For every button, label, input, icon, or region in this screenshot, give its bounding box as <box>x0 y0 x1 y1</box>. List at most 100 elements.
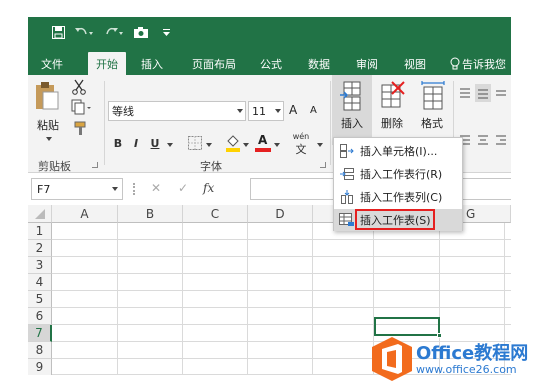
delete-cells-button[interactable]: 删除 <box>372 75 412 145</box>
row-header-5[interactable]: 5 <box>28 291 52 308</box>
row-header-8[interactable]: 8 <box>28 342 52 359</box>
gridline <box>117 223 118 375</box>
paste-dropdown-icon[interactable] <box>46 137 52 141</box>
menu-insert-sheet-rows-label: 插入工作表行(R) <box>360 168 443 181</box>
grow-font-button[interactable]: A <box>289 103 297 117</box>
row-header-3[interactable]: 3 <box>28 257 52 274</box>
row-header-2[interactable]: 2 <box>28 240 52 257</box>
font-size-dropdown-icon[interactable] <box>275 109 281 113</box>
insert-cells-button[interactable]: 插入 <box>332 75 372 145</box>
insert-cells-icon <box>340 81 364 114</box>
save-icon[interactable] <box>50 24 66 41</box>
row-header-9[interactable]: 9 <box>28 359 52 375</box>
font-color-button[interactable]: A <box>255 133 271 153</box>
name-box[interactable]: F7 <box>31 178 123 200</box>
phonetic-char: 文 <box>295 143 307 156</box>
bold-button[interactable]: B <box>111 135 125 151</box>
row-header-1[interactable]: 1 <box>28 223 52 240</box>
phonetic-dropdown-icon[interactable] <box>317 143 323 147</box>
menu-insert-sheet-columns[interactable]: 插入工作表列(C) <box>334 186 462 208</box>
phonetic-pinyin: wén <box>292 132 310 141</box>
gridline <box>312 223 313 375</box>
tab-view[interactable]: 视图 <box>398 52 432 75</box>
column-header-c[interactable]: C <box>183 205 248 223</box>
font-color-swatch <box>255 148 271 152</box>
font-color-letter: A <box>258 133 268 147</box>
gridline <box>52 290 511 291</box>
formula-bar-divider <box>133 183 136 195</box>
tell-me-search[interactable]: 告诉我您 <box>462 52 511 75</box>
customize-toolbar-icon[interactable] <box>160 24 172 41</box>
format-painter-icon[interactable] <box>73 120 89 136</box>
tab-insert[interactable]: 插入 <box>134 52 170 75</box>
selected-cell[interactable] <box>374 317 442 338</box>
font-group-label: 字体 <box>200 160 222 173</box>
gridline <box>52 273 511 274</box>
font-name-dropdown-icon[interactable] <box>237 109 243 113</box>
group-divider <box>104 81 105 165</box>
delete-cells-icon <box>380 81 406 114</box>
undo-icon[interactable] <box>72 24 96 41</box>
fill-color-dropdown-icon[interactable] <box>243 143 249 147</box>
paste-icon[interactable] <box>34 81 60 111</box>
cut-icon[interactable] <box>71 79 87 95</box>
title-bar <box>28 17 511 48</box>
menu-insert-cells[interactable]: 插入单元格(I)... <box>334 140 462 162</box>
cancel-icon[interactable]: ✕ <box>151 181 161 195</box>
gridline <box>182 223 183 375</box>
menu-insert-sheet-columns-label: 插入工作表列(C) <box>360 191 443 204</box>
font-name-select[interactable]: 等线 <box>108 101 246 121</box>
redo-icon[interactable] <box>102 24 126 41</box>
insert-cells-label: 插入 <box>341 117 363 130</box>
watermark-url: www.office26.com <box>416 363 517 376</box>
clipboard-group-label: 剪贴板 <box>38 160 71 173</box>
ribbon-tabs: 文件 开始 插入 页面布局 公式 数据 审阅 视图 告诉我您 <box>28 48 511 75</box>
format-cells-icon <box>420 81 446 114</box>
tab-file[interactable]: 文件 <box>36 52 68 75</box>
row-header-7[interactable]: 7 <box>28 325 52 342</box>
menu-insert-sheet[interactable]: 插入工作表(S) <box>334 209 462 231</box>
underline-button[interactable]: U <box>148 135 162 151</box>
clipboard-launcher-icon[interactable] <box>92 162 98 168</box>
insert-rows-menu-icon <box>334 163 360 185</box>
copy-icon[interactable] <box>71 99 93 115</box>
phonetic-guide-button[interactable]: wén 文 <box>290 132 312 156</box>
menu-insert-sheet-rows[interactable]: 插入工作表行(R) <box>334 163 462 185</box>
enter-icon[interactable]: ✓ <box>178 181 188 195</box>
font-launcher-icon[interactable] <box>320 162 326 168</box>
underline-dropdown-icon[interactable] <box>167 143 173 147</box>
tab-home[interactable]: 开始 <box>88 52 126 75</box>
tab-formulas[interactable]: 公式 <box>254 52 288 75</box>
gridline <box>52 307 511 308</box>
shrink-font-button[interactable]: A <box>310 105 317 116</box>
borders-dropdown-icon[interactable] <box>206 143 212 147</box>
gridline <box>52 239 511 240</box>
alignment-group <box>458 83 511 153</box>
row-header-4[interactable]: 4 <box>28 274 52 291</box>
borders-icon[interactable] <box>188 136 202 150</box>
tab-data[interactable]: 数据 <box>302 52 336 75</box>
format-cells-button[interactable]: 格式 <box>412 75 452 145</box>
tab-page-layout[interactable]: 页面布局 <box>186 52 242 75</box>
fill-color-icon[interactable] <box>225 133 241 153</box>
column-header-d[interactable]: D <box>248 205 313 223</box>
watermark-title: Office教程网 <box>416 343 529 364</box>
italic-button[interactable]: I <box>129 135 143 151</box>
delete-cells-label: 删除 <box>381 117 403 130</box>
tab-review[interactable]: 审阅 <box>350 52 384 75</box>
format-cells-label: 格式 <box>421 117 443 130</box>
excel-window: 文件 开始 插入 页面布局 公式 数据 审阅 视图 告诉我您 粘贴 剪贴板 等线… <box>28 17 511 375</box>
gridline <box>52 324 511 325</box>
column-header-a[interactable]: A <box>52 205 118 223</box>
camera-icon[interactable] <box>132 24 150 41</box>
group-divider <box>330 81 331 165</box>
font-color-dropdown-icon[interactable] <box>274 143 280 147</box>
insert-function-button[interactable]: fx <box>203 181 214 195</box>
column-header-b[interactable]: B <box>118 205 183 223</box>
paste-label[interactable]: 粘贴 <box>37 117 59 133</box>
select-all-corner[interactable] <box>28 205 52 223</box>
insert-columns-menu-icon <box>334 186 360 208</box>
insert-dropdown-menu: 插入单元格(I)... 插入工作表行(R) 插入工作表列(C) 插入工作表(S) <box>333 137 463 231</box>
row-header-6[interactable]: 6 <box>28 308 52 325</box>
name-box-dropdown-icon[interactable] <box>112 187 118 191</box>
